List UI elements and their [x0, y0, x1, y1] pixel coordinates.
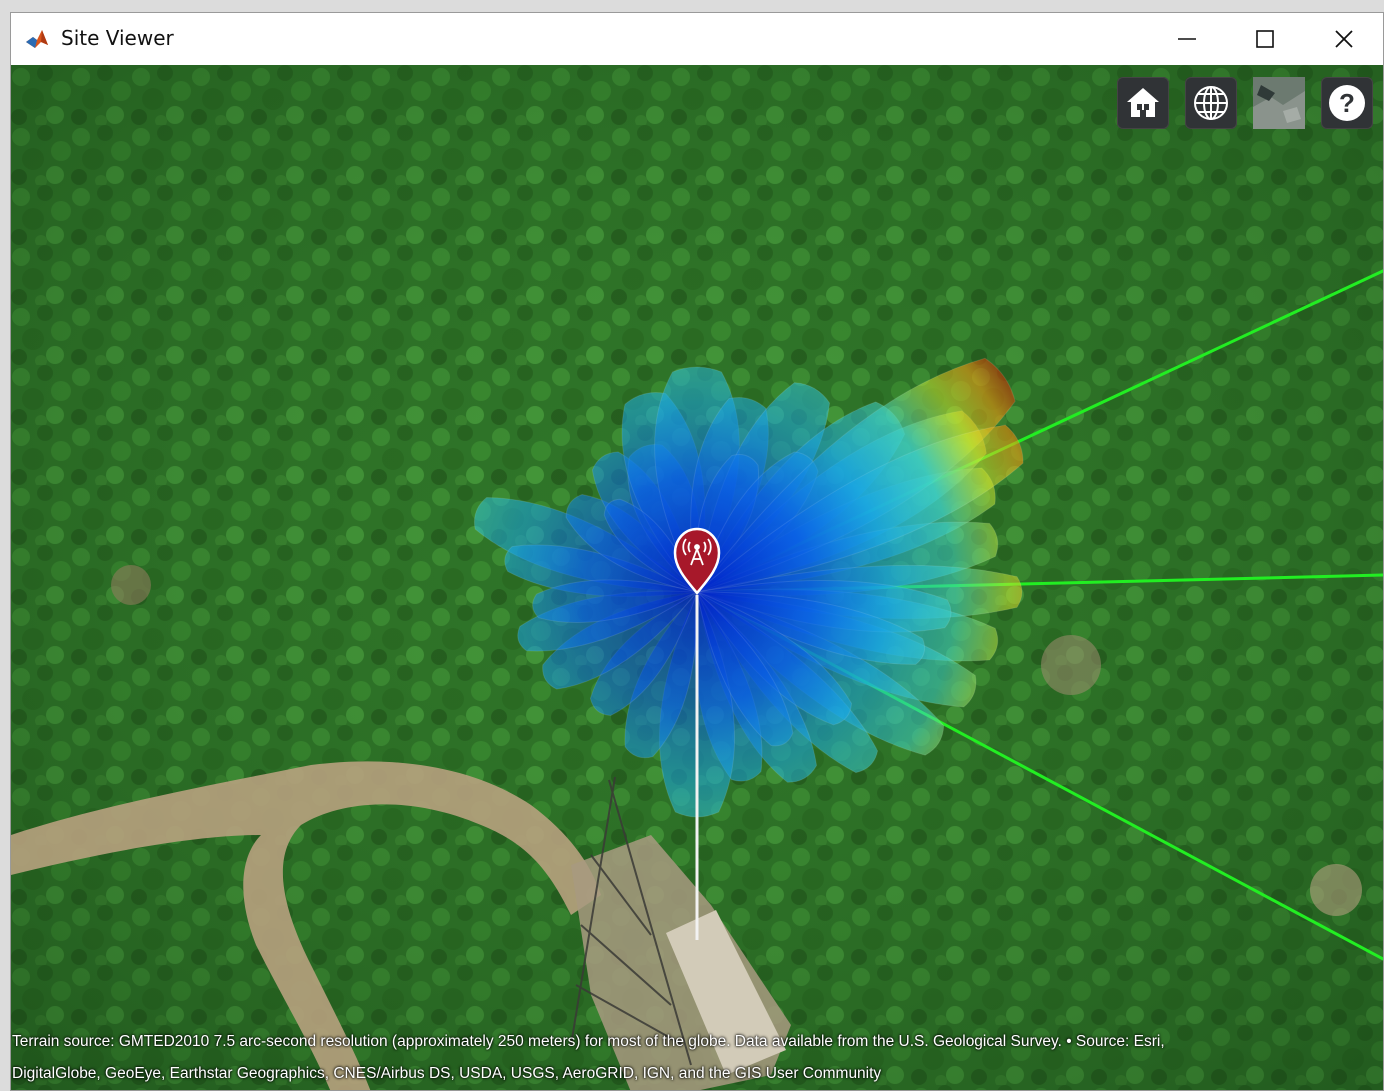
maximize-icon	[1256, 30, 1274, 48]
attribution: Terrain source: GMTED2010 7.5 arc-second…	[11, 1026, 1383, 1090]
bare-patch	[1041, 635, 1101, 695]
svg-text:?: ?	[1339, 88, 1355, 118]
globe-button[interactable]	[1185, 77, 1237, 129]
home-button[interactable]	[1117, 77, 1169, 129]
attribution-line-1: Terrain source: GMTED2010 7.5 arc-second…	[12, 1033, 1165, 1050]
map-scene[interactable]	[11, 65, 1383, 1090]
home-icon	[1127, 88, 1159, 117]
site-viewer-window: Site Viewer ? Terrain source: GMTED2010 …	[10, 12, 1384, 1091]
maximize-button[interactable]	[1245, 19, 1285, 59]
bare-patch	[111, 565, 151, 605]
attribution-line-2: DigitalGlobe, GeoEye, Earthstar Geograph…	[12, 1065, 882, 1082]
minimize-icon	[1178, 38, 1196, 40]
minimize-button[interactable]	[1167, 19, 1207, 59]
bare-patch	[1310, 864, 1362, 916]
close-button[interactable]	[1324, 19, 1364, 59]
title-bar[interactable]: Site Viewer	[11, 13, 1383, 65]
matlab-icon	[25, 27, 49, 51]
basemap-thumbnail	[1253, 77, 1305, 129]
window-title: Site Viewer	[61, 26, 174, 50]
close-icon	[1335, 30, 1353, 48]
map-viewport[interactable]: ? Terrain source: GMTED2010 7.5 arc-seco…	[11, 65, 1383, 1090]
help-icon: ?	[1329, 85, 1365, 121]
basemap-button[interactable]	[1253, 77, 1305, 129]
map-toolbar: ?	[1117, 77, 1377, 133]
help-button[interactable]: ?	[1321, 77, 1373, 129]
globe-icon	[1194, 86, 1228, 120]
